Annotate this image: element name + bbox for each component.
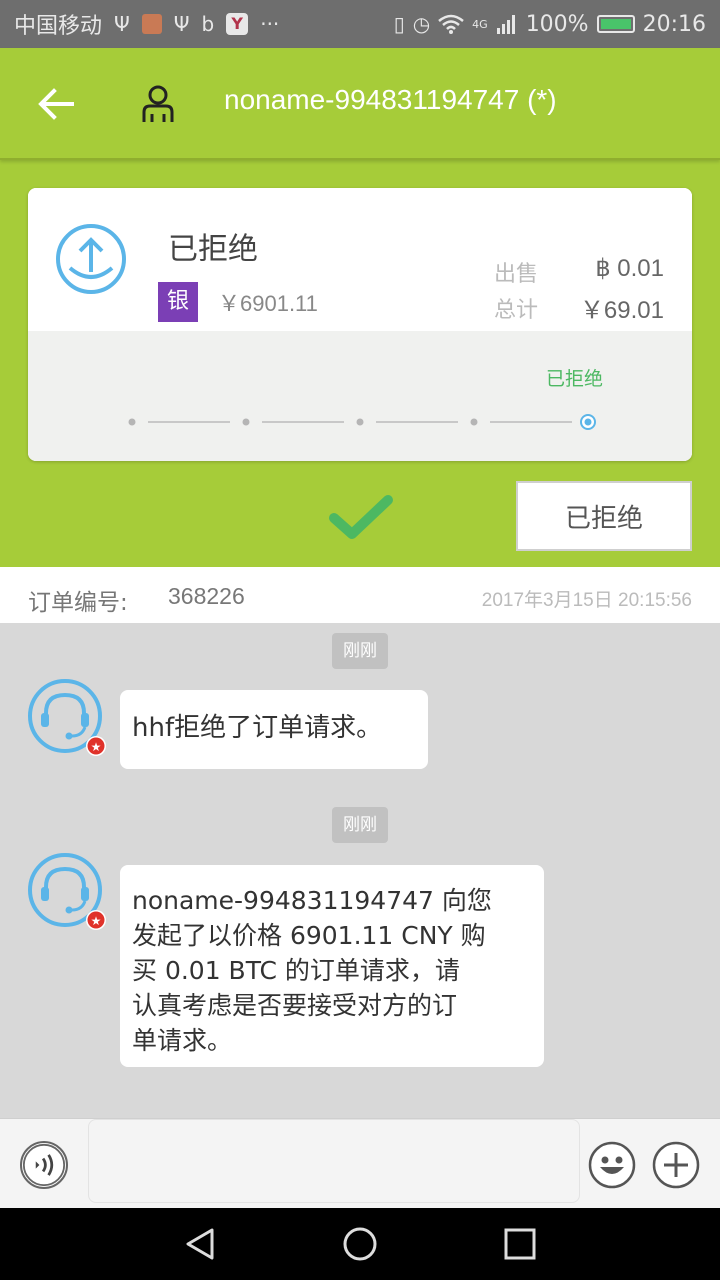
message-line: 发起了以价格 6901.11 CNY 购 xyxy=(132,921,486,950)
carrier-label: 中国移动 xyxy=(14,14,103,39)
voice-input-icon[interactable] xyxy=(20,1141,68,1189)
app-icon xyxy=(141,14,162,34)
support-avatar[interactable]: ★ xyxy=(28,679,106,757)
message-input[interactable] xyxy=(88,1119,580,1203)
input-bar xyxy=(0,1118,720,1208)
total-value: ￥69.01 xyxy=(579,297,664,324)
order-number: 368226 xyxy=(168,583,245,609)
message-line: 单请求。 xyxy=(132,1026,233,1055)
emoji-icon[interactable] xyxy=(588,1141,636,1189)
nav-back-icon[interactable] xyxy=(182,1226,218,1262)
message-bubble[interactable]: hhf拒绝了订单请求。 xyxy=(120,690,428,769)
message-line: 认真考虑是否要接受对方的订 xyxy=(132,991,458,1020)
alarm-icon: ◷ xyxy=(412,12,431,36)
order-header: noname-994831194747 (*) 已拒绝 银 ￥6901.11 出… xyxy=(0,48,720,567)
sell-value: ฿ 0.01 xyxy=(595,255,664,282)
order-timestamp: 2017年3月15日 20:15:56 xyxy=(481,590,692,611)
status-bar: 中国移动 Ψ Ψ b Y ··· ▯ ◷ 4G 100% 20:16 xyxy=(0,0,720,48)
signal-icon xyxy=(496,15,515,34)
more-icon: ··· xyxy=(260,12,280,36)
checkmark-icon xyxy=(329,495,393,539)
message-bubble[interactable]: noname-994831194747 向您 发起了以价格 6901.11 CN… xyxy=(120,865,544,1067)
order-status: 已拒绝 xyxy=(168,232,258,267)
b-icon: b xyxy=(201,12,215,36)
order-progress xyxy=(28,331,692,461)
usb-icon: Ψ xyxy=(114,12,130,36)
back-arrow-icon[interactable] xyxy=(36,84,76,124)
sell-up-arrow-icon xyxy=(56,224,126,294)
progress-steps xyxy=(128,414,596,430)
bank-badge: 银 xyxy=(158,282,198,322)
rejected-button[interactable]: 已拒绝 xyxy=(516,481,692,551)
order-card: 已拒绝 银 ￥6901.11 出售 ฿ 0.01 总计 ￥69.01 已拒绝 xyxy=(28,188,692,461)
order-info-row: 订单编号: 368226 2017年3月15日 20:15:56 xyxy=(0,567,720,623)
support-avatar[interactable]: ★ xyxy=(28,853,106,931)
usb-icon: Ψ xyxy=(173,12,190,36)
vibrate-icon: ▯ xyxy=(393,12,405,36)
app-bar: noname-994831194747 (*) xyxy=(0,48,720,160)
unit-price: ￥6901.11 xyxy=(218,291,318,316)
nav-recents-icon[interactable] xyxy=(502,1226,538,1262)
total-label: 总计 xyxy=(494,298,539,323)
progress-label: 已拒绝 xyxy=(546,368,604,390)
svg-text:★: ★ xyxy=(91,740,102,754)
sell-label: 出售 xyxy=(494,262,539,287)
clock: 20:16 xyxy=(642,11,706,37)
message-time-badge: 刚刚 xyxy=(332,633,388,669)
status-bar-right: ▯ ◷ 4G 100% 20:16 xyxy=(394,12,706,37)
message-time-badge: 刚刚 xyxy=(332,807,388,843)
nav-home-icon[interactable] xyxy=(342,1226,378,1262)
order-number-label: 订单编号: xyxy=(28,590,128,616)
order-card-summary: 已拒绝 银 ￥6901.11 出售 ฿ 0.01 总计 ￥69.01 xyxy=(28,188,692,331)
svg-text:★: ★ xyxy=(91,914,102,928)
status-bar-left: 中国移动 Ψ Ψ b Y ··· xyxy=(14,8,279,40)
add-attachment-icon[interactable] xyxy=(652,1141,700,1189)
message-line: 买 0.01 BTC 的订单请求，请 xyxy=(132,956,460,985)
wifi-icon xyxy=(438,14,464,34)
page-title: noname-994831194747 (*) xyxy=(224,84,557,115)
network-label: 4G xyxy=(472,17,488,31)
message-line: noname-994831194747 向您 xyxy=(132,886,492,915)
battery-icon xyxy=(596,15,635,33)
yahoo-icon: Y xyxy=(226,13,249,35)
chat-messages[interactable]: 刚刚 ★ hhf拒绝了订单请求。 刚刚 ★ noname-99483119474… xyxy=(0,623,720,1118)
person-icon[interactable] xyxy=(140,84,176,124)
system-nav-bar xyxy=(0,1208,720,1280)
battery-percent: 100% xyxy=(525,11,589,37)
